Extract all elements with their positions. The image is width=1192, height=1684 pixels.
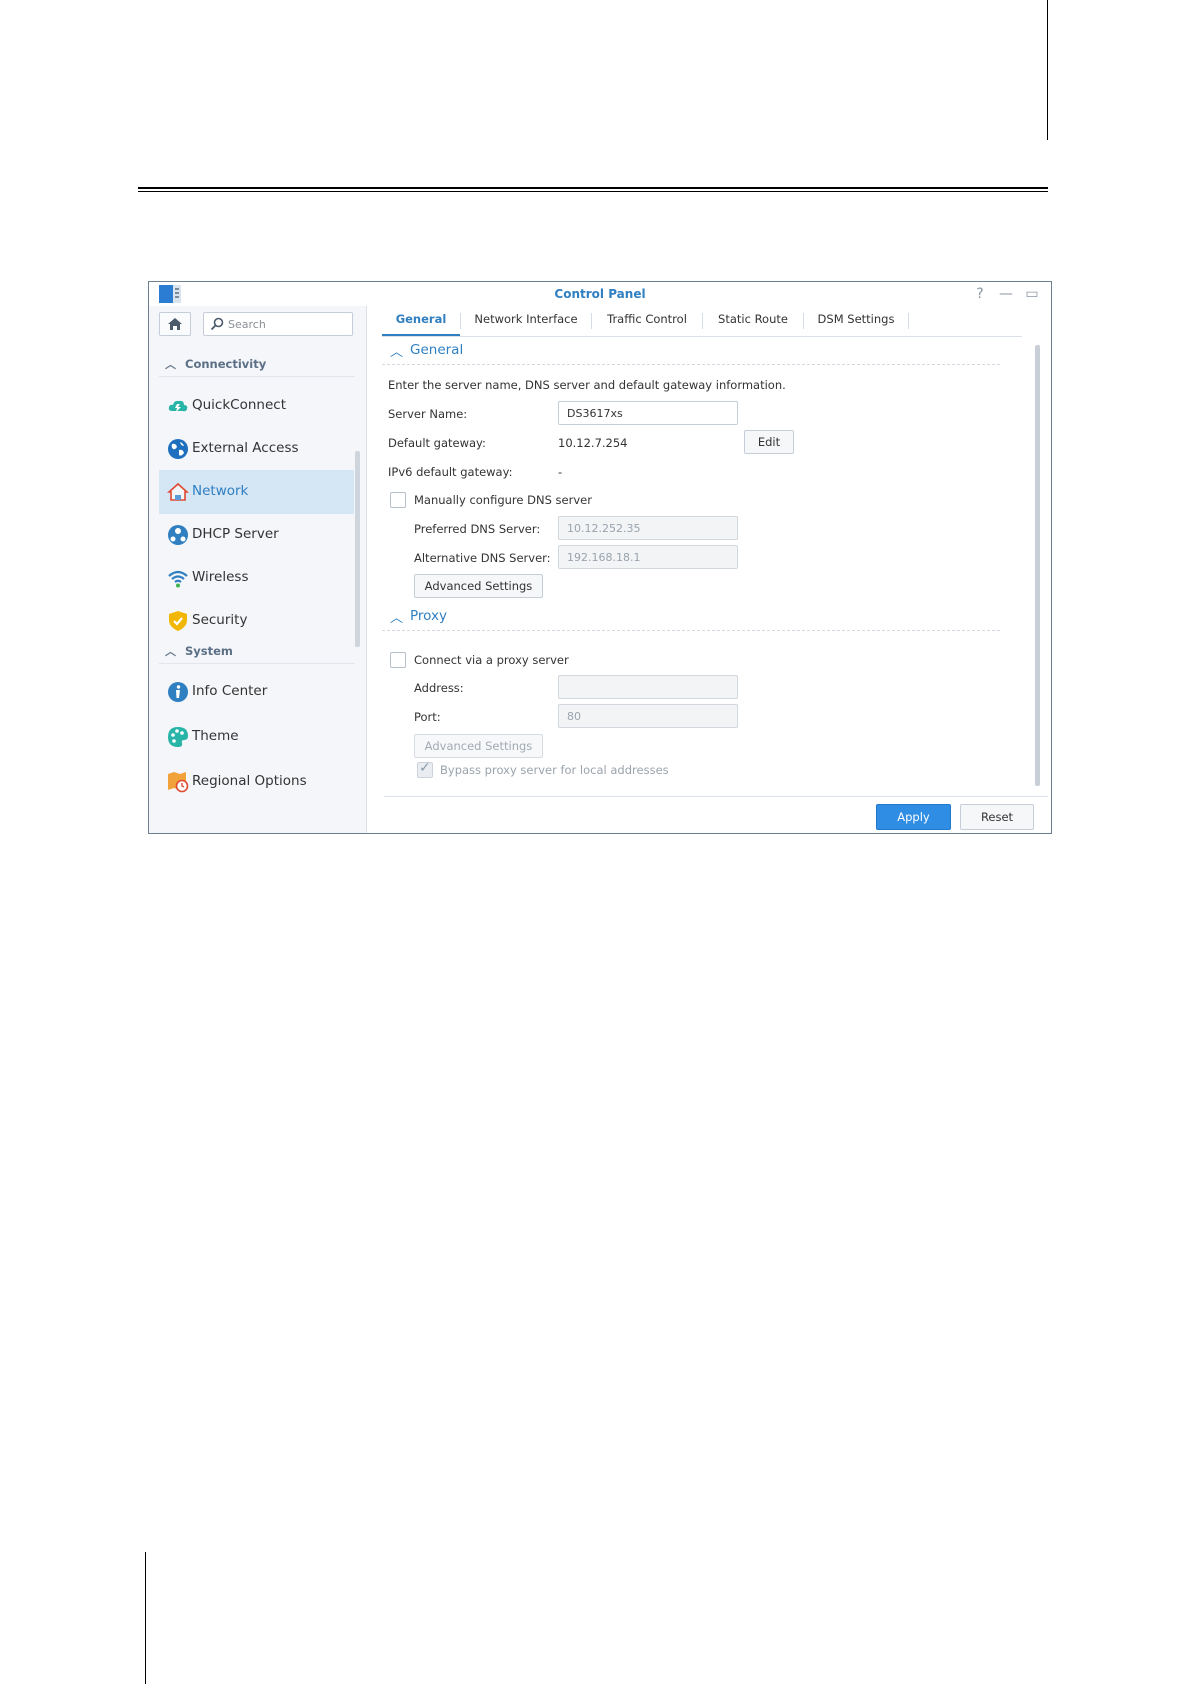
sidebar-item-external-access[interactable]: External Access [159, 427, 354, 471]
tab-separator [908, 313, 909, 329]
sidebar-item-network[interactable]: Network [159, 470, 354, 514]
tab-bar: General Network Interface Traffic Contro… [382, 306, 1022, 337]
main-panel: General Network Interface Traffic Contro… [367, 306, 1051, 833]
chevron-up-icon: ︿ [390, 611, 404, 626]
chevron-up-icon: ︿ [165, 358, 176, 371]
maximize-button[interactable]: ▭ [1021, 284, 1043, 304]
chevron-up-icon: ︿ [165, 645, 176, 658]
home-button[interactable] [159, 312, 191, 336]
sidebar-scrollbar[interactable] [355, 451, 360, 647]
footer-divider [384, 796, 1048, 797]
proxy-connect-label: Connect via a proxy server [414, 653, 569, 667]
server-name-field[interactable] [558, 401, 738, 425]
proxy-group-header[interactable]: ︿ Proxy [382, 604, 1000, 631]
house-icon [167, 482, 189, 501]
bypass-proxy-label: Bypass proxy server for local addresses [440, 763, 669, 777]
bypass-proxy-checkbox[interactable] [417, 760, 433, 778]
palette-icon [168, 727, 188, 747]
edit-gateway-button[interactable]: Edit [744, 430, 794, 454]
sidebar-item-security[interactable]: Security [159, 599, 354, 643]
preferred-dns-label: Preferred DNS Server: [414, 522, 541, 536]
sidebar-item-regional-options[interactable]: Regional Options [159, 760, 354, 804]
preferred-dns-field[interactable] [558, 516, 738, 540]
page-rule-top [138, 187, 1048, 189]
settings-content: ︿ General Enter the server name, DNS ser… [382, 338, 1000, 783]
tab-general[interactable]: General [382, 306, 460, 336]
general-description: Enter the server name, DNS server and de… [388, 378, 786, 392]
apply-button[interactable]: Apply [876, 804, 951, 830]
general-group-header[interactable]: ︿ General [382, 338, 1000, 365]
default-gateway-label: Default gateway: [388, 436, 486, 450]
sidebar: ︿ Connectivity QuickConnect External Acc… [149, 306, 367, 833]
close-button[interactable]: ✕ [1047, 284, 1051, 304]
content-scrollbar[interactable] [1035, 345, 1040, 786]
tab-dsm-settings[interactable]: DSM Settings [804, 306, 908, 336]
home-icon [168, 318, 182, 330]
chevron-up-icon: ︿ [390, 345, 404, 360]
page-rule-left [145, 1552, 146, 1684]
proxy-checkbox[interactable] [390, 652, 406, 668]
manual-dns-label: Manually configure DNS server [414, 493, 592, 507]
proxy-address-label: Address: [414, 681, 464, 695]
control-panel-window: Control Panel ? — ▭ ✕ ︿ Connectivity [148, 281, 1052, 834]
sidebar-item-dhcp-server[interactable]: DHCP Server [159, 513, 354, 557]
search-icon [210, 317, 224, 331]
ipv6-gateway-label: IPv6 default gateway: [388, 465, 513, 479]
proxy-address-field[interactable] [558, 675, 738, 699]
page-rule-top-thin [138, 191, 1048, 192]
dns-advanced-settings-button[interactable]: Advanced Settings [414, 574, 543, 598]
reset-button[interactable]: Reset [960, 804, 1034, 830]
proxy-port-label: Port: [414, 710, 441, 724]
alternative-dns-label: Alternative DNS Server: [414, 551, 551, 565]
manual-dns-checkbox[interactable] [390, 492, 406, 508]
default-gateway-value: 10.12.7.254 [558, 436, 628, 450]
section-connectivity[interactable]: ︿ Connectivity [159, 356, 355, 377]
section-system[interactable]: ︿ System [159, 643, 355, 664]
server-name-label: Server Name: [388, 407, 468, 421]
minimize-button[interactable]: — [995, 284, 1017, 304]
window-title: Control Panel [554, 287, 646, 301]
tab-network-interface[interactable]: Network Interface [461, 306, 591, 336]
regional-icon [168, 772, 189, 793]
tab-static-route[interactable]: Static Route [703, 306, 803, 336]
sidebar-item-wireless[interactable]: Wireless [159, 556, 354, 600]
proxy-port-field[interactable] [558, 704, 738, 728]
sidebar-item-quickconnect[interactable]: QuickConnect [159, 384, 354, 428]
title-bar: Control Panel ? — ▭ ✕ [149, 282, 1051, 306]
sidebar-item-info-center[interactable]: Info Center [159, 670, 354, 714]
search-box[interactable] [203, 312, 353, 336]
sidebar-item-theme[interactable]: Theme [159, 715, 354, 759]
ipv6-gateway-value: - [558, 465, 563, 479]
search-input[interactable] [228, 315, 346, 333]
proxy-advanced-settings-button[interactable]: Advanced Settings [414, 734, 543, 758]
globe-icon [168, 439, 188, 459]
tab-traffic-control[interactable]: Traffic Control [592, 306, 702, 336]
info-icon [168, 682, 188, 702]
alternative-dns-field[interactable] [558, 545, 738, 569]
page-rule-right [1047, 0, 1048, 140]
help-button[interactable]: ? [969, 284, 991, 304]
dhcp-icon [168, 525, 188, 545]
shield-icon [169, 611, 187, 631]
quickconnect-icon [168, 400, 188, 412]
wifi-icon [168, 570, 188, 588]
